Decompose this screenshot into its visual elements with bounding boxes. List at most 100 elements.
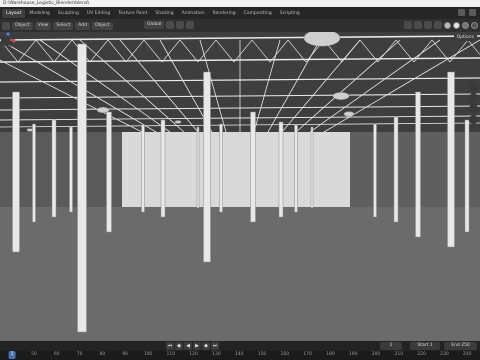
ruler-tick-label: 160 [280, 352, 290, 357]
orientation-dropdown[interactable]: Global [144, 21, 165, 29]
ruler-tick-label: 70 [76, 352, 83, 357]
tab-layout[interactable]: Layout [2, 8, 26, 18]
ruler-tick-label: 220 [417, 352, 426, 357]
play-reverse-icon[interactable]: ◀ [184, 342, 192, 350]
ceiling-lamp [174, 120, 182, 124]
back-wall [120, 132, 350, 207]
zoom-icon[interactable] [469, 82, 478, 91]
ceiling-lamp [26, 128, 34, 132]
ruler-tick-label: 100 [143, 352, 153, 357]
pivot-icon[interactable] [166, 21, 175, 29]
steel-column [278, 121, 284, 218]
ruler-tick-label: 90 [122, 352, 129, 357]
tab-shading[interactable]: Shading [151, 9, 177, 18]
steel-column [69, 126, 73, 213]
ceiling-lamp [332, 92, 350, 100]
perspective-toggle-icon[interactable] [469, 115, 478, 124]
steel-column [141, 124, 145, 213]
ruler-tick-label: 180 [326, 352, 335, 357]
steel-column [250, 111, 256, 223]
frame-ruler[interactable]: 1 50 60 70 80 90 100 110 120 130 140 150 160 170 180 1… [0, 351, 480, 360]
ruler-tick-label: 230 [440, 352, 449, 357]
object-menu[interactable]: Object [91, 21, 113, 30]
editor-type-icon[interactable] [2, 21, 10, 30]
ruler-tick-label: 60 [53, 352, 60, 357]
tab-texture-paint[interactable]: Texture Paint [114, 9, 151, 18]
steel-column [447, 71, 455, 248]
ruler-tick-label: 150 [257, 352, 267, 357]
current-frame-field[interactable]: 1 [380, 342, 402, 350]
end-frame-label: End [451, 343, 460, 348]
snap-icon[interactable] [176, 21, 185, 29]
mode-dropdown[interactable]: Object [12, 21, 33, 30]
right-wall [350, 122, 480, 207]
gizmo-toggle-icon[interactable] [414, 21, 422, 29]
next-keyframe-icon[interactable]: ◆ [202, 342, 210, 350]
ruler-tick-label: 50 [31, 352, 37, 357]
steel-column [464, 119, 470, 233]
steel-column [32, 123, 36, 223]
wireframe-shading-icon[interactable] [444, 21, 451, 29]
play-icon[interactable]: ▶ [193, 342, 201, 350]
ruler-tick-label: 140 [234, 352, 244, 357]
steel-column [51, 119, 57, 218]
steel-column [310, 126, 314, 209]
steel-column [415, 91, 421, 238]
view-layer-icon[interactable] [469, 9, 476, 16]
scene-icon[interactable] [458, 9, 465, 16]
ruler-tick-label: 170 [303, 352, 312, 357]
tab-scripting[interactable]: Scripting [276, 9, 304, 18]
view-menu[interactable]: View [34, 21, 52, 30]
warehouse-scene [0, 32, 480, 341]
proportional-edit-icon[interactable] [186, 21, 195, 29]
workspace-tab-bar: Layout Modeling Sculpting UV Editing Tex… [0, 7, 480, 19]
visibility-icon[interactable] [404, 21, 412, 29]
end-frame-value: 250 [461, 343, 470, 348]
tab-uv-editing[interactable]: UV Editing [83, 9, 114, 18]
ceiling-lamp [343, 111, 355, 117]
3d-viewport[interactable]: Options [0, 32, 480, 341]
playhead[interactable]: 1 [8, 351, 16, 359]
jump-start-icon[interactable]: ⏮ [166, 342, 174, 350]
overlay-icon[interactable] [424, 21, 432, 29]
steel-column [294, 124, 298, 213]
tab-modeling[interactable]: Modeling [25, 9, 53, 18]
ruler-tick-label: 130 [212, 352, 221, 357]
steel-column [373, 123, 377, 218]
playback-controls: ⏮ ◆ ◀ ▶ ◆ ⏭ 1 Start 1 End 250 [0, 341, 480, 351]
ruler-tick-label: 240 [462, 352, 472, 357]
select-tool-icon[interactable] [1, 36, 10, 45]
ruler-tick-label: 120 [189, 352, 198, 357]
material-shading-icon[interactable] [462, 21, 469, 29]
solid-shading-icon[interactable] [453, 21, 460, 29]
tab-sculpting[interactable]: Sculpting [54, 9, 83, 18]
ceiling-lamp [303, 32, 341, 47]
ruler-tick-label: 80 [99, 352, 106, 357]
steel-column [77, 43, 87, 333]
options-button[interactable]: Options [453, 34, 477, 41]
ruler-tick-label: 190 [348, 352, 358, 357]
rendered-shading-icon[interactable] [471, 21, 478, 29]
timeline: ⏮ ◆ ◀ ▶ ◆ ⏭ 1 Start 1 End 250 1 50 60 70 80… [0, 341, 480, 360]
jump-end-icon[interactable]: ⏭ [211, 342, 219, 350]
steel-column [203, 71, 211, 263]
prev-keyframe-icon[interactable]: ◆ [175, 342, 183, 350]
window-title: D:\Warehouse_Logistic_Blender\blend\ [0, 0, 480, 7]
camera-view-icon[interactable] [469, 104, 478, 113]
start-frame-field[interactable]: Start 1 [410, 342, 440, 350]
xray-icon[interactable] [434, 21, 442, 29]
add-menu[interactable]: Add [75, 21, 90, 30]
start-frame-label: Start [417, 343, 429, 348]
steel-column [219, 123, 223, 213]
pan-icon[interactable] [469, 93, 478, 102]
steel-column [160, 119, 166, 218]
steel-column [106, 111, 112, 233]
select-menu[interactable]: Select [53, 21, 74, 30]
end-frame-field[interactable]: End 250 [444, 342, 477, 350]
viewport-header: Object View Select Add Object Global [0, 19, 480, 32]
steel-column [196, 126, 200, 209]
ruler-tick-label: 110 [166, 352, 176, 357]
tab-compositing[interactable]: Compositing [240, 9, 276, 18]
tab-rendering[interactable]: Rendering [209, 9, 240, 18]
tab-animation[interactable]: Animation [178, 9, 209, 18]
